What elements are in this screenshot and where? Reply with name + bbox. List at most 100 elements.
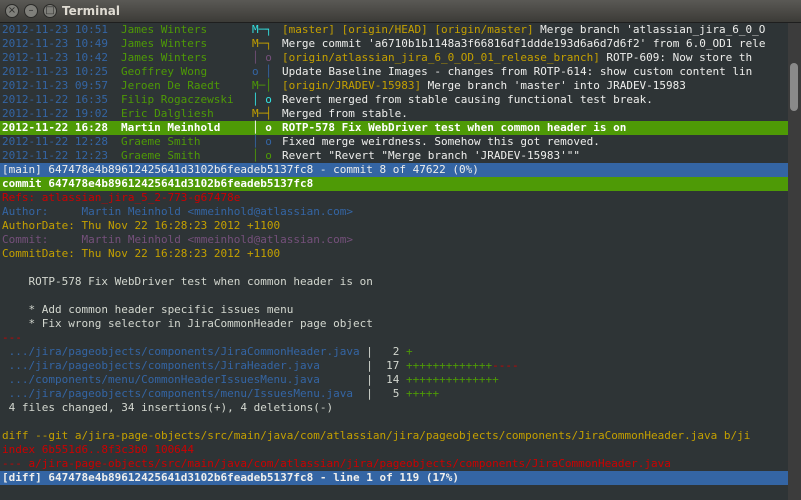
log-graph: o │ bbox=[252, 65, 272, 78]
diffstat-file: .../components/menu/CommonHeaderIssuesMe… bbox=[2, 373, 360, 386]
log-message: Update Baseline Images - changes from RO… bbox=[282, 65, 753, 78]
log-author: Eric Dalgliesh bbox=[121, 107, 214, 120]
log-message: Merge branch 'master' into JRADEV-15983 bbox=[421, 79, 686, 92]
log-date: 2012-11-23 10:51 bbox=[2, 23, 108, 36]
committer-line: Commit: Martin Meinhold <mmeinhold@atlas… bbox=[2, 233, 353, 247]
scrollbar-thumb[interactable] bbox=[790, 63, 798, 111]
commit-subject: ROTP-578 Fix WebDriver test when common … bbox=[2, 275, 373, 288]
diffstat-count: 2 bbox=[379, 345, 400, 358]
diffstat-row: .../components/menu/CommonHeaderIssuesMe… bbox=[2, 373, 499, 387]
log-author: Filip Rogaczewski bbox=[121, 93, 234, 106]
diffstat-row: .../jira/pageobjects/components/JiraComm… bbox=[2, 345, 413, 359]
diffstat-plus: ++++++++++++++ bbox=[399, 373, 499, 386]
log-date: 2012-11-23 09:57 bbox=[2, 79, 108, 92]
committer-label: Commit: bbox=[2, 233, 82, 246]
diffstat-sep: | bbox=[359, 387, 380, 400]
log-author: Graeme Smith bbox=[121, 135, 201, 148]
diffstat-plus: +++++ bbox=[399, 387, 440, 400]
log-author: Geoffrey Wong bbox=[121, 65, 208, 78]
log-row[interactable]: 2012-11-22 12:23 Graeme Smith │ o Revert "R… bbox=[0, 149, 788, 163]
log-refs: [origin/JRADEV-15983] bbox=[282, 79, 422, 92]
log-row[interactable]: 2012-11-23 10:51 James Winters M─┐ [master]… bbox=[0, 23, 788, 37]
log-date: 2012-11-23 10:49 bbox=[2, 37, 108, 50]
log-date: 2012-11-23 10:25 bbox=[2, 65, 108, 78]
diffstat-sep: | bbox=[359, 359, 380, 372]
author-value: Martin Meinhold <mmeinhold@atlassian.com… bbox=[81, 205, 354, 218]
log-author: James Winters bbox=[121, 23, 208, 36]
main-status-text: [main] 647478e4b89612425641d3102b6feadeb… bbox=[2, 163, 479, 176]
log-graph: │ o bbox=[252, 51, 272, 64]
diff-header: diff --git a/jira-page-objects/src/main/… bbox=[2, 429, 751, 442]
diffstat-file: .../jira/pageobjects/components/JiraComm… bbox=[2, 345, 360, 358]
log-author: James Winters bbox=[121, 37, 208, 50]
diffstat-summary: 4 files changed, 34 insertions(+), 4 del… bbox=[2, 401, 334, 414]
log-author: Graeme Smith bbox=[121, 149, 201, 162]
commit-id-text: commit 647478e4b89612425641d3102b6feadeb… bbox=[2, 177, 314, 190]
diff-status-bar: [diff] 647478e4b89612425641d3102b6feadeb… bbox=[0, 471, 788, 485]
log-graph: M─┤ bbox=[252, 107, 272, 120]
commit-id-bar: commit 647478e4b89612425641d3102b6feadeb… bbox=[0, 177, 788, 191]
author-label: Author: bbox=[2, 205, 82, 218]
log-row[interactable]: 2012-11-22 19:02 Eric Dalgliesh M─┤ Merged … bbox=[0, 107, 788, 121]
log-row[interactable]: 2012-11-23 09:57 Jeroen De Raedt M─│ [origi… bbox=[0, 79, 788, 93]
log-message: ROTP-609: Now store th bbox=[599, 51, 753, 64]
diffstat-count: 5 bbox=[379, 387, 400, 400]
log-row[interactable]: 2012-11-23 10:25 Geoffrey Wong o │ Update B… bbox=[0, 65, 788, 79]
log-row[interactable]: 2012-11-23 10:49 James Winters M─┐ Merge co… bbox=[0, 37, 788, 51]
log-message: Revert "Revert "Merge branch 'JRADEV-159… bbox=[282, 149, 581, 162]
close-icon: × bbox=[7, 5, 17, 16]
log-date: 2012-11-23 10:42 bbox=[2, 51, 108, 64]
log-author: James Winters bbox=[121, 51, 208, 64]
log-graph: M─┐ bbox=[252, 23, 272, 36]
log-graph: │ o bbox=[252, 149, 272, 162]
diffstat-file: .../jira/pageobjects/components/menu/Iss… bbox=[2, 387, 360, 400]
log-date: 2012-11-22 12:23 bbox=[2, 149, 108, 162]
log-author: Martin Meinhold bbox=[121, 121, 221, 134]
commit-bullet-2: * Fix wrong selector in JiraCommonHeader… bbox=[2, 317, 373, 330]
log-author: Jeroen De Raedt bbox=[121, 79, 221, 92]
log-row[interactable]: 2012-11-22 16:35 Filip Rogaczewski │ o Reve… bbox=[0, 93, 788, 107]
diffstat-separator: --- bbox=[2, 331, 22, 344]
author-date-line: AuthorDate: Thu Nov 22 16:28:23 2012 +11… bbox=[2, 219, 281, 232]
log-graph: │ o bbox=[252, 93, 272, 106]
terminal-screen[interactable]: 2012-11-23 10:51 James Winters M─┐ [master]… bbox=[0, 23, 801, 500]
log-graph: │ o bbox=[252, 121, 272, 134]
diffstat-minus: ---- bbox=[492, 359, 519, 372]
minimize-button[interactable]: – bbox=[24, 4, 38, 18]
close-button[interactable]: × bbox=[5, 4, 19, 18]
commit-bullet-1: * Add common header specific issues menu bbox=[2, 303, 294, 316]
log-row[interactable]: 2012-11-23 10:42 James Winters │ o [origin/… bbox=[0, 51, 788, 65]
terminal-scrollbar[interactable] bbox=[788, 23, 801, 500]
author-line: Author: Martin Meinhold <mmeinhold@atlas… bbox=[2, 205, 353, 219]
log-date: 2012-11-22 19:02 bbox=[2, 107, 108, 120]
minimize-icon: – bbox=[28, 5, 34, 16]
diffstat-sep: | bbox=[359, 373, 380, 386]
log-message: ROTP-578 Fix WebDriver test when common … bbox=[282, 121, 627, 134]
log-row[interactable]: 2012-11-22 12:28 Graeme Smith │ o Fixed mer… bbox=[0, 135, 788, 149]
diffstat-count: 17 bbox=[379, 359, 400, 372]
window-title: Terminal bbox=[62, 4, 121, 18]
committer-value: Martin Meinhold <mmeinhold@atlassian.com… bbox=[81, 233, 354, 246]
log-message: Merge commit 'a6710b1b1148a3f66816df1ddd… bbox=[282, 37, 766, 50]
terminal-window: × – □ Terminal 2012-11-23 10:51 James Win… bbox=[0, 0, 801, 500]
maximize-icon: □ bbox=[45, 5, 55, 16]
diffstat-plus: +++++++++++++ bbox=[399, 359, 493, 372]
log-refs: [master] [origin/HEAD] [origin/master] bbox=[282, 23, 534, 36]
log-message: Fixed merge weirdness. Somehow this got … bbox=[282, 135, 600, 148]
commit-date-line: CommitDate: Thu Nov 22 16:28:23 2012 +11… bbox=[2, 247, 281, 260]
title-bar: × – □ Terminal bbox=[0, 0, 801, 23]
log-message: Merge branch 'atlassian_jira_6_0_O bbox=[533, 23, 766, 36]
log-graph: M─┐ bbox=[252, 37, 272, 50]
log-graph: M─│ bbox=[252, 79, 272, 92]
main-status-bar: [main] 647478e4b89612425641d3102b6feadeb… bbox=[0, 163, 788, 177]
log-date: 2012-11-22 16:35 bbox=[2, 93, 108, 106]
log-date: 2012-11-22 16:28 bbox=[2, 121, 108, 134]
log-message: Merged from stable. bbox=[282, 107, 408, 120]
refs-line: Refs: atlassian_jira_5_2-773-g67478e bbox=[2, 191, 241, 204]
diff-index: index 6b551d6..8f3c3b0 100644 bbox=[2, 443, 195, 456]
log-date: 2012-11-22 12:28 bbox=[2, 135, 108, 148]
log-row[interactable]: 2012-11-22 16:28 Martin Meinhold │ o ROTP-5… bbox=[0, 121, 788, 135]
diffstat-count: 14 bbox=[379, 373, 400, 386]
log-refs: [origin/atlassian_jira_6_0_OD_01_release… bbox=[282, 51, 600, 64]
maximize-button[interactable]: □ bbox=[43, 4, 57, 18]
